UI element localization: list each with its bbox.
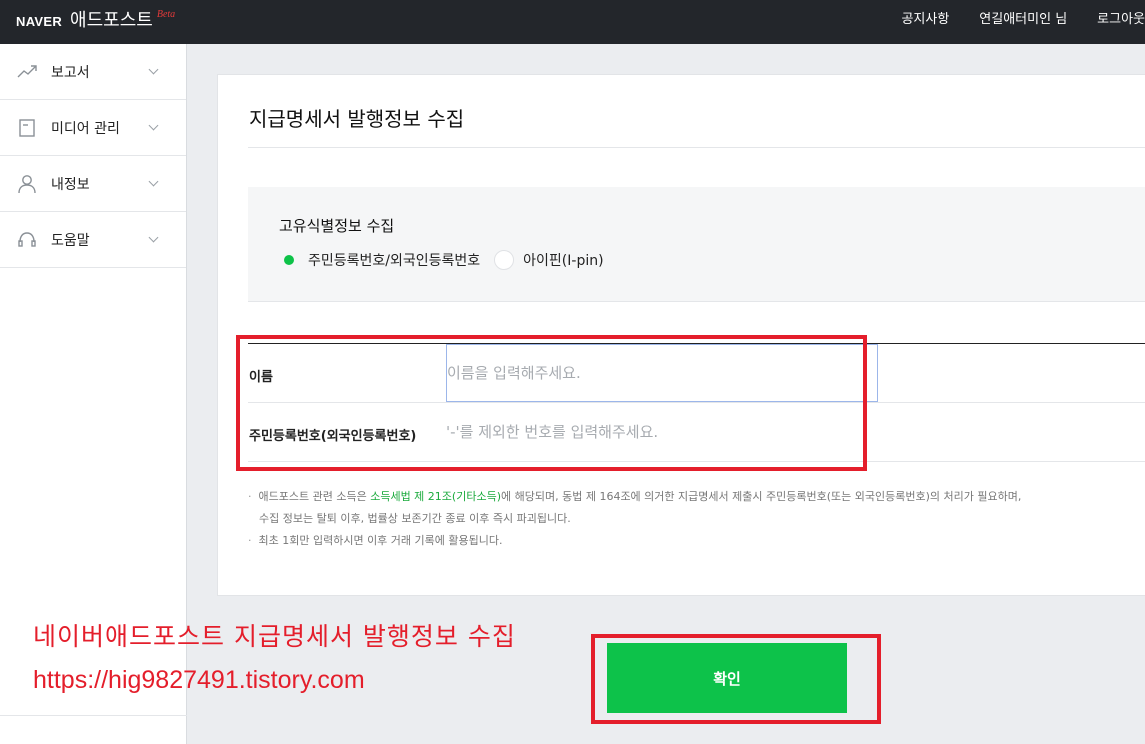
title-divider bbox=[248, 147, 1145, 148]
radio-rrn-label[interactable]: 주민등록번호/외국인등록번호 bbox=[308, 250, 480, 270]
sidebar-item-label: 보고서 bbox=[51, 64, 90, 81]
headset-icon bbox=[18, 231, 36, 247]
ident-section-title: 고유식별정보 수집 bbox=[279, 217, 395, 235]
note-line: 수집 정보는 탈퇴 이후, 법률상 보존기간 종료 이후 즉시 파괴됩니다. bbox=[259, 512, 571, 525]
user-name-link[interactable]: 연길애터미인 님 bbox=[979, 8, 1067, 27]
notes: · 애드포스트 관련 소득은 소득세법 제 21조(기타소득)에 해당되며, 동법… bbox=[248, 486, 1021, 552]
radio-option-ipin: 아이핀(I-pin) bbox=[494, 250, 604, 270]
overlay-caption-url: https://hig9827491.tistory.com bbox=[33, 666, 365, 694]
ident-section: 고유식별정보 수집 주민등록번호/외국인등록번호 아이핀(I-pin) bbox=[248, 187, 1145, 302]
beta-badge: Beta bbox=[156, 9, 176, 20]
sidebar-item-report[interactable]: 보고서 bbox=[0, 44, 186, 100]
notice-link[interactable]: 공지사항 bbox=[901, 8, 949, 27]
overlay-caption-title: 네이버애드포스트 지급명세서 발행정보 수집 bbox=[33, 622, 516, 651]
chevron-down-icon bbox=[148, 120, 159, 131]
note-text: 애드포스트 관련 소득은 bbox=[258, 490, 371, 503]
note-text: 최초 1회만 입력하시면 이후 거래 기록에 활용됩니다. bbox=[258, 534, 503, 547]
tax-law-link[interactable]: 소득세법 제 21조 bbox=[370, 490, 452, 503]
bullet: · bbox=[248, 534, 252, 547]
sidebar-item-label: 미디어 관리 bbox=[51, 120, 120, 137]
page-title: 지급명세서 발행정보 수집 bbox=[249, 107, 465, 131]
sidebar-item-myinfo[interactable]: 내정보 bbox=[0, 156, 186, 212]
radio-selected-dot bbox=[284, 255, 294, 265]
ident-radio-group: 주민등록번호/외국인등록번호 아이핀(I-pin) bbox=[279, 250, 604, 270]
sidebar-item-help[interactable]: 도움말 bbox=[0, 212, 186, 268]
bullet: · bbox=[248, 490, 252, 503]
chevron-down-icon bbox=[148, 176, 159, 187]
note-line: · 애드포스트 관련 소득은 소득세법 제 21조(기타소득)에 해당되며, 동법… bbox=[248, 486, 1021, 508]
radio-ipin[interactable] bbox=[494, 250, 515, 270]
chart-line-icon bbox=[17, 64, 37, 77]
brand-logo[interactable]: NAVER 애드포스트 Beta bbox=[16, 6, 175, 32]
sidebar-divider bbox=[0, 715, 187, 716]
sidebar-item-label: 내정보 bbox=[51, 176, 90, 193]
radio-rrn[interactable] bbox=[279, 250, 299, 270]
note-text: 에 해당되며, 동법 제 164조에 의거한 지급명세서 제출시 주민등록번호(… bbox=[501, 490, 1022, 503]
chevron-down-icon bbox=[148, 232, 159, 243]
highlight-box-form bbox=[236, 335, 867, 471]
top-nav: 공지사항 연길애터미인 님 로그아웃 bbox=[871, 8, 1145, 27]
app-name: 애드포스트 bbox=[70, 10, 153, 31]
sidebar-item-label: 도움말 bbox=[51, 232, 90, 249]
highlight-box-button bbox=[591, 634, 881, 724]
logout-link[interactable]: 로그아웃 bbox=[1097, 8, 1145, 27]
chevron-down-icon bbox=[148, 64, 159, 75]
other-income-link[interactable]: (기타소득) bbox=[452, 490, 501, 503]
radio-ipin-label[interactable]: 아이핀(I-pin) bbox=[523, 250, 603, 270]
person-icon bbox=[18, 174, 36, 193]
sidebar-item-media[interactable]: 미디어 관리 bbox=[0, 100, 186, 156]
note-line: · 최초 1회만 입력하시면 이후 거래 기록에 활용됩니다. bbox=[248, 530, 1021, 552]
naver-logo: NAVER bbox=[16, 14, 63, 29]
document-icon bbox=[19, 118, 35, 137]
top-bar: NAVER 애드포스트 Beta 공지사항 연길애터미인 님 로그아웃 bbox=[0, 0, 1145, 44]
